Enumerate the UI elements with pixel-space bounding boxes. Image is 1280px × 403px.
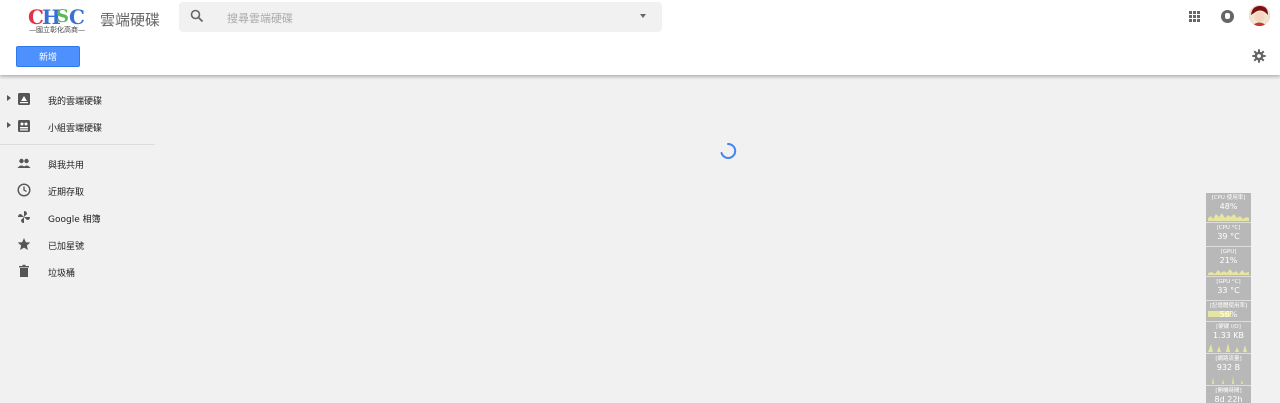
sidebar-item-google-photos[interactable]: Google 相簿 [0, 205, 160, 229]
chevron-down-icon[interactable] [640, 14, 646, 18]
trash-icon [19, 264, 29, 277]
disk-sparkline [1208, 343, 1247, 352]
sidebar-item-label: 已加星號 [48, 242, 85, 252]
monitor-cell-cpu: [CPU 使用率] 48% [1206, 193, 1251, 223]
people-icon [17, 158, 31, 168]
logo-subtitle: —國立彰化高商— [29, 26, 85, 34]
photos-pinwheel-icon [18, 211, 30, 223]
monitor-cell-gpu: [GPU] 21% [1206, 247, 1251, 277]
monitor-label: [開機時間] [1215, 388, 1242, 394]
cpu-sparkline [1208, 213, 1249, 221]
expand-arrow-icon[interactable] [7, 122, 11, 128]
sidebar-item-starred[interactable]: 已加星號 [0, 232, 160, 256]
monitor-label: [硬碟 I/O] [1216, 324, 1241, 330]
sidebar-item-my-drive[interactable]: 我的雲端硬碟 [0, 87, 160, 111]
monitor-label: [GPU °C] [1216, 279, 1241, 285]
gear-icon[interactable] [1252, 49, 1266, 63]
gpu-sparkline [1208, 269, 1249, 275]
loading-spinner-icon [720, 142, 737, 159]
monitor-cell-network: [網路流量] 932 B [1206, 354, 1251, 386]
monitor-value: 48% [1219, 202, 1238, 211]
svg-text:S: S [56, 6, 69, 27]
monitor-cell-gpu-temp: [GPU °C] 33 °C [1206, 277, 1251, 301]
search-icon[interactable] [190, 9, 204, 23]
sidebar-item-recent[interactable]: 近期存取 [0, 178, 160, 202]
monitor-label: [網路流量] [1215, 356, 1242, 362]
sidebar-item-label: Google 相簿 [48, 215, 101, 225]
top-app-bar: C H S C —國立彰化高商— 雲端硬碟 搜尋雲端硬碟 新增 [0, 0, 1280, 75]
monitor-value: 21% [1219, 256, 1238, 265]
expand-arrow-icon[interactable] [7, 95, 11, 101]
drive-icon [18, 93, 30, 105]
sidebar-divider [0, 144, 155, 145]
avatar[interactable] [1249, 5, 1270, 26]
monitor-value: 33 °C [1217, 286, 1240, 295]
sidebar-item-label: 小組雲端硬碟 [48, 124, 103, 134]
team-drive-icon [18, 120, 30, 132]
sidebar-item-trash[interactable]: 垃圾桶 [0, 259, 160, 283]
apps-grid-icon[interactable] [1189, 11, 1200, 22]
sidebar-item-label: 與我共用 [48, 161, 85, 171]
monitor-label: [GPU] [1220, 249, 1237, 255]
monitor-value: 8d 22h [1214, 395, 1243, 403]
monitor-value: 1.33 KB [1212, 331, 1245, 340]
sidebar-item-shared-with-me[interactable]: 與我共用 [0, 151, 160, 175]
monitor-value: 932 B [1216, 363, 1241, 372]
monitor-cell-uptime: [開機時間] 8d 22h [1206, 386, 1251, 403]
new-button[interactable]: 新增 [16, 46, 80, 67]
sidebar-item-label: 我的雲端硬碟 [48, 97, 103, 107]
monitor-cell-memory: [記憶體使用率] 56% [1206, 301, 1251, 322]
search-input[interactable]: 搜尋雲端硬碟 [227, 10, 293, 26]
monitor-label: [CPU 使用率] [1211, 195, 1246, 201]
monitor-cell-disk-io: [硬碟 I/O] 1.33 KB [1206, 322, 1251, 354]
network-sparkline [1208, 376, 1249, 384]
monitor-label: [CPU °C] [1216, 225, 1241, 231]
app-title[interactable]: 雲端硬碟 [100, 9, 160, 30]
sidebar-item-team-drive[interactable]: 小組雲端硬碟 [0, 114, 160, 138]
monitor-value: 39 °C [1217, 232, 1240, 241]
monitor-cell-cpu-temp: [CPU °C] 39 °C [1206, 223, 1251, 247]
system-monitor-widget[interactable]: [CPU 使用率] 48% [CPU °C] 39 °C [GPU] 21% [… [1206, 193, 1251, 403]
monitor-label: [記憶體使用率] [1209, 303, 1248, 309]
notifications-icon[interactable] [1221, 10, 1234, 23]
monitor-value: 56% [1219, 310, 1238, 319]
sidebar-item-label: 近期存取 [48, 188, 85, 198]
clock-icon [17, 183, 31, 197]
sidebar-item-label: 垃圾桶 [48, 269, 76, 279]
star-icon [17, 238, 31, 250]
